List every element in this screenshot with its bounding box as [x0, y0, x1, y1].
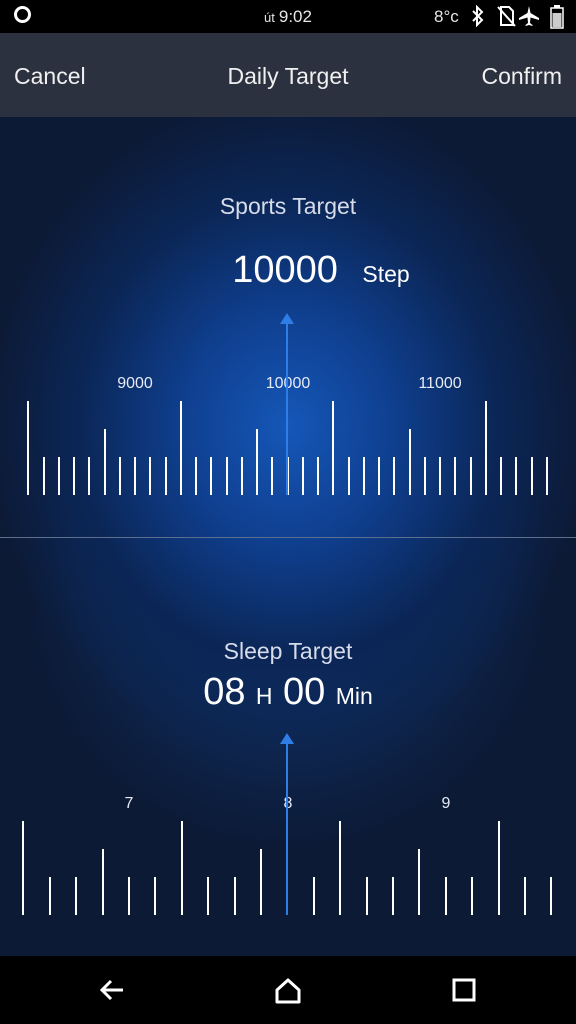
status-clock: 9:02 — [278, 7, 312, 26]
sleep-ruler-tick — [154, 877, 156, 915]
sleep-ruler-tick — [339, 821, 341, 915]
steps-ruler-tick — [43, 457, 45, 495]
content-area: Sports Target 10000 Step 9000 10000 1100… — [0, 117, 576, 956]
steps-ruler-tick — [470, 457, 472, 495]
home-icon[interactable] — [274, 978, 302, 1004]
steps-ruler-tick — [393, 457, 395, 495]
sleep-ruler-tick — [418, 849, 420, 915]
steps-ruler-tick — [149, 457, 151, 495]
status-temperature: 8°c — [434, 7, 459, 26]
steps-ruler-tick — [515, 457, 517, 495]
steps-ruler-tick — [27, 401, 29, 495]
steps-ruler-tick — [317, 457, 319, 495]
nav-bar — [0, 956, 576, 1024]
steps-scale-label: 10000 — [265, 375, 311, 392]
steps-ruler-tick — [302, 457, 304, 495]
steps-ruler-tick — [485, 401, 487, 495]
sleep-hours-unit: H — [255, 683, 273, 709]
steps-ruler-tick — [546, 457, 548, 495]
status-bar: út 9:02 8°c — [0, 0, 576, 33]
sleep-scale-label: 9 — [441, 795, 451, 812]
steps-ruler-tick — [73, 457, 75, 495]
steps-ruler-tick — [424, 457, 426, 495]
sleep-target-title: Sleep Target — [223, 638, 353, 664]
sleep-ruler-tick — [313, 877, 315, 915]
steps-ruler-tick — [104, 429, 106, 495]
sleep-ruler-tick — [550, 877, 552, 915]
airplane-icon — [519, 6, 539, 26]
steps-ruler-tick — [531, 457, 533, 495]
sleep-pointer-line — [286, 743, 288, 915]
sleep-ruler-tick — [366, 877, 368, 915]
sleep-ruler-tick — [102, 849, 104, 915]
steps-ruler-tick — [256, 429, 258, 495]
steps-ruler-slider[interactable]: 9000 10000 11000 — [0, 313, 576, 495]
steps-ruler-tick — [241, 457, 243, 495]
sleep-ruler-tick — [524, 877, 526, 915]
sleep-ruler-tick — [445, 877, 447, 915]
sports-value-unit: Step — [362, 261, 410, 287]
sports-target-value: 10000 Step — [0, 249, 576, 292]
steps-ruler-tick — [210, 457, 212, 495]
steps-ruler-tick — [454, 457, 456, 495]
sleep-ruler-tick — [207, 877, 209, 915]
steps-ruler-tick — [119, 457, 121, 495]
sleep-ruler-tick — [22, 821, 24, 915]
sleep-target-value: 08 H 00 Min — [0, 671, 576, 714]
sleep-ruler-tick — [260, 849, 262, 915]
steps-ruler-tick — [363, 457, 365, 495]
steps-ruler-tick — [58, 457, 60, 495]
screen: út 9:02 8°c Cancel Daily Target Confirm S… — [0, 0, 576, 1024]
sleep-scale-label: 7 — [124, 795, 134, 812]
steps-ruler-tick — [439, 457, 441, 495]
steps-ruler-tick — [134, 457, 136, 495]
status-time: út 9:02 — [0, 7, 576, 27]
section-divider — [0, 537, 576, 538]
no-sim-icon — [497, 6, 516, 27]
back-icon[interactable] — [99, 978, 125, 1002]
sleep-ruler-tick — [234, 877, 236, 915]
sports-target-title: Sports Target — [219, 193, 357, 219]
steps-ruler-tick — [88, 457, 90, 495]
sports-value-number: 10000 — [232, 249, 338, 291]
sleep-minutes-value: 00 — [283, 671, 326, 713]
sleep-ruler-tick — [181, 821, 183, 915]
confirm-button[interactable]: Confirm — [481, 63, 562, 90]
sleep-minutes-unit: Min — [335, 683, 373, 709]
recents-icon[interactable] — [452, 978, 476, 1002]
steps-ruler-tick — [271, 457, 273, 495]
sleep-ruler-tick — [75, 877, 77, 915]
sleep-ruler-tick — [128, 877, 130, 915]
sleep-ruler-tick — [392, 877, 394, 915]
action-bar: Cancel Daily Target Confirm — [0, 33, 576, 117]
steps-scale-label: 9000 — [117, 375, 153, 392]
sleep-ruler-slider[interactable]: 7 8 9 — [0, 733, 576, 915]
steps-pointer-line — [286, 323, 288, 495]
sleep-ruler-tick — [49, 877, 51, 915]
sleep-ruler-tick — [471, 877, 473, 915]
battery-icon — [550, 5, 564, 29]
steps-ruler-tick — [180, 401, 182, 495]
steps-ruler-tick — [195, 457, 197, 495]
sleep-ruler-tick — [498, 821, 500, 915]
status-day: út — [264, 10, 275, 25]
steps-ruler-tick — [348, 457, 350, 495]
steps-ruler-tick — [165, 457, 167, 495]
sleep-hours-value: 08 — [203, 671, 246, 713]
steps-ruler-tick — [409, 429, 411, 495]
steps-ruler-tick — [500, 457, 502, 495]
steps-scale-label: 11000 — [418, 375, 462, 392]
steps-ruler-tick — [226, 457, 228, 495]
bluetooth-icon — [472, 5, 484, 27]
steps-ruler-tick — [378, 457, 380, 495]
sleep-scale-label: 8 — [283, 795, 293, 812]
steps-ruler-tick — [332, 401, 334, 495]
